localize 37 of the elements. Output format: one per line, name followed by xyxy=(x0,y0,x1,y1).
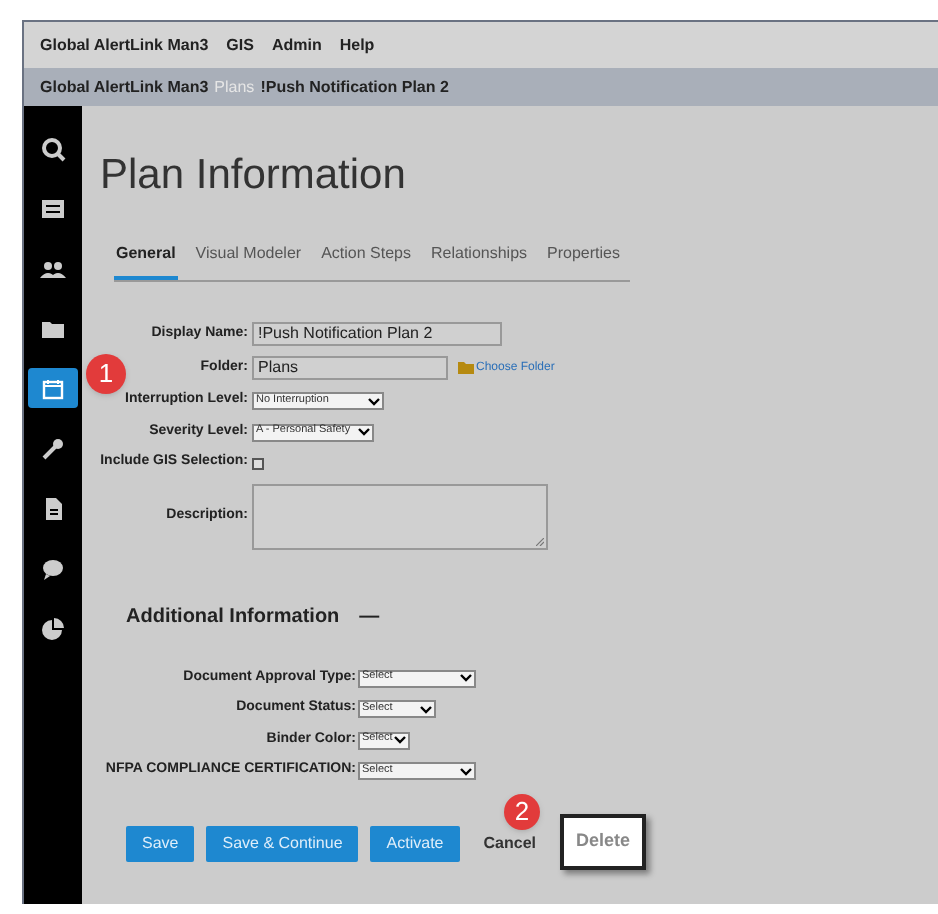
chevron-down-icon xyxy=(368,397,380,405)
callout-badge: 1 xyxy=(86,354,126,394)
tab[interactable]: Action Steps xyxy=(319,242,413,281)
section-heading: Additional Information xyxy=(126,603,340,632)
text-field[interactable]: !Push Notification Plan 2 xyxy=(252,322,502,347)
menu-item[interactable]: Global AlertLink Man3 xyxy=(40,33,209,57)
document-icon xyxy=(40,495,66,521)
chevron-down-icon xyxy=(460,674,472,682)
wrench-icon xyxy=(40,435,66,461)
chevron-down-icon xyxy=(358,428,370,436)
description-field[interactable] xyxy=(252,483,548,550)
pie-chart-icon xyxy=(40,615,66,641)
chevron-down-icon xyxy=(420,705,432,713)
breadcrumb-link[interactable]: Global AlertLink Man3 xyxy=(40,75,209,99)
folder-icon xyxy=(458,362,474,375)
chevron-down-icon xyxy=(460,767,472,775)
tab[interactable]: Visual Modeler xyxy=(193,242,304,281)
calendar-icon xyxy=(40,375,66,401)
menu-item[interactable]: GIS xyxy=(226,33,254,57)
chat-bubble-icon xyxy=(40,555,66,581)
page-title: Plan Information xyxy=(100,150,406,202)
text-field[interactable]: Plans xyxy=(252,356,448,381)
callout-badge: 2 xyxy=(504,794,540,830)
search-icon xyxy=(40,135,66,161)
chevron-down-icon xyxy=(394,736,406,744)
tab[interactable]: Properties xyxy=(545,242,622,281)
checkbox[interactable] xyxy=(252,457,264,469)
highlighted-button[interactable]: Delete xyxy=(559,813,646,870)
tab[interactable]: Relationships xyxy=(429,242,530,281)
tab[interactable]: General xyxy=(114,242,178,281)
text-button[interactable]: Cancel xyxy=(471,825,548,862)
list-icon xyxy=(40,195,66,221)
menu-item[interactable]: Admin xyxy=(271,33,322,57)
breadcrumb-link[interactable]: !Push Notification Plan 2 xyxy=(260,75,449,99)
collapse-toggle[interactable]: — xyxy=(359,601,380,632)
resize-handle-icon xyxy=(536,537,544,546)
menu-item[interactable]: Help xyxy=(339,33,375,57)
